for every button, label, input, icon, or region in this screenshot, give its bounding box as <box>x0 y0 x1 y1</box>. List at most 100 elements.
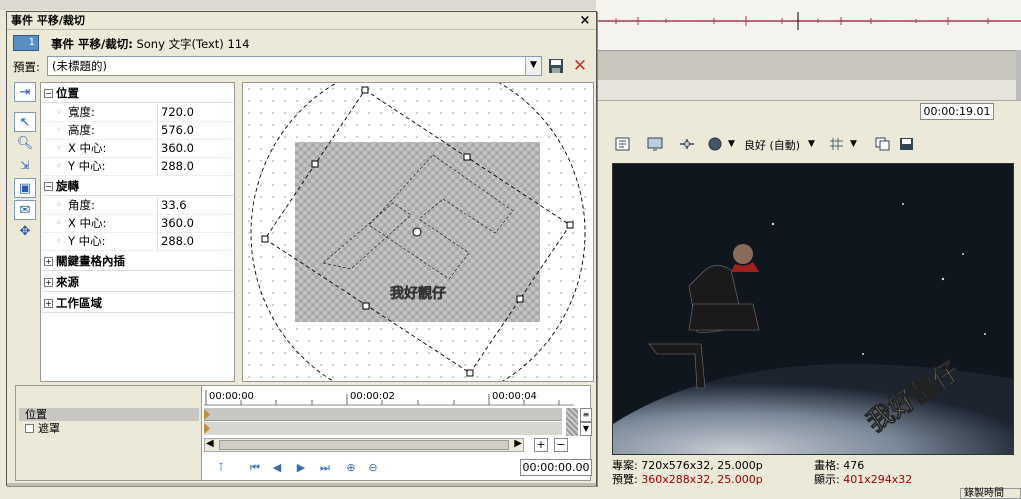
save-snapshot-icon[interactable] <box>898 136 916 152</box>
close-icon[interactable]: × <box>578 12 592 30</box>
corner-handle[interactable] <box>361 86 369 94</box>
preview-quality-select[interactable]: 良好 (自動) <box>744 137 800 153</box>
keyframe-marker-icon[interactable] <box>204 422 214 435</box>
corner-handle[interactable] <box>466 369 474 377</box>
ruler-label: 00:00:02 <box>350 391 395 402</box>
timeline-vscroll[interactable]: ≡ ▼ <box>564 408 592 436</box>
edge-handle[interactable] <box>463 153 471 161</box>
scroll-right-icon[interactable]: ▶ <box>514 438 522 449</box>
section-keyframe-interpolation[interactable]: + 關鍵畫格內插 <box>42 253 234 271</box>
cursor-time[interactable]: 00:00:00.00 <box>520 459 592 476</box>
event-icon: 1 <box>13 35 39 51</box>
collapse-icon[interactable]: − <box>44 182 53 191</box>
preview-value: 360x288x32, 25.000p <box>641 473 763 486</box>
timeline-hscroll[interactable]: ◀ ▶ <box>204 438 524 452</box>
menu-icon[interactable]: ≡ <box>580 408 592 422</box>
ruler-label: 00:00:04 <box>492 391 537 402</box>
preset-value: (未標題的) <box>52 59 107 73</box>
pan-crop-dialog: 事件 平移/裁切 × 1 事件 平移/裁切: Sony 文字(Text) 114… <box>6 11 597 486</box>
zoom-out-icon[interactable]: − <box>554 438 568 452</box>
normal-edit-tool-icon[interactable]: ↖ <box>14 112 36 132</box>
split-screen-icon[interactable] <box>678 136 696 152</box>
prev-keyframe-icon[interactable]: ◀ <box>270 461 284 475</box>
pan-crop-canvas[interactable]: 我好靚仔 <box>242 82 594 382</box>
chevron-down-icon[interactable]: ▼ <box>525 57 541 75</box>
track-scrollbar[interactable] <box>1016 50 1021 100</box>
chevron-down-icon[interactable]: ▼ <box>580 422 592 436</box>
lock-aspect-icon[interactable]: ▣ <box>14 178 36 198</box>
move-freely-icon[interactable]: ⇲ <box>14 156 36 176</box>
mask-label: 遮罩 <box>38 422 60 435</box>
ruler-label: 00:00:00 <box>209 391 254 402</box>
track-position[interactable]: 位置 <box>19 408 199 421</box>
prop-row[interactable]: 寬度:720.0 <box>42 104 234 122</box>
audio-waveform <box>596 12 1021 30</box>
expand-icon[interactable]: + <box>44 299 53 308</box>
expand-icon[interactable]: + <box>44 257 53 266</box>
position-keyframe-lane[interactable] <box>204 408 562 421</box>
save-preset-icon[interactable] <box>548 58 564 74</box>
prop-row[interactable]: X 中心:360.0 <box>42 215 234 233</box>
expand-icon[interactable]: + <box>44 278 53 287</box>
preview-properties-icon[interactable] <box>614 136 632 152</box>
preview-quality-icon[interactable] <box>706 136 724 152</box>
section-position[interactable]: − 位置 <box>42 85 234 103</box>
grid-overlay-icon[interactable] <box>828 136 846 152</box>
canvas-caption-text: 我好靚仔 <box>390 285 446 302</box>
properties-panel: −位置 寬度:720.0 高度:576.0 X 中心:360.0 Y 中心:28… <box>40 82 235 382</box>
preview-toolbar: ▼ 良好 (自動) ▼ ▼ <box>602 132 1021 158</box>
display-label: 顯示: <box>814 473 840 486</box>
prop-row[interactable]: Y 中心:288.0 <box>42 158 234 176</box>
preset-select[interactable]: (未標題的) ▼ <box>47 56 542 76</box>
keyframe-controls: ⊺ ⏮ ◀ ▶ ⏭ ⊕ ⊖ <box>204 458 504 478</box>
corner-handle[interactable] <box>261 235 269 243</box>
remove-keyframe-icon[interactable]: ⊖ <box>366 461 380 475</box>
copy-snapshot-icon[interactable] <box>874 136 892 152</box>
edge-handle[interactable] <box>362 302 370 310</box>
track-mask[interactable]: 遮罩 <box>19 422 199 435</box>
preview-label: 預覽: <box>612 473 638 486</box>
last-keyframe-icon[interactable]: ⏭ <box>318 461 332 475</box>
mask-checkbox[interactable] <box>25 424 34 433</box>
crop-overlay: 我好靚仔 <box>250 83 586 381</box>
section-source[interactable]: + 來源 <box>42 274 234 292</box>
track-labels: 位置 遮罩 <box>16 386 202 480</box>
next-keyframe-icon[interactable]: ▶ <box>294 461 308 475</box>
scroll-left-icon[interactable]: ◀ <box>206 438 214 449</box>
first-keyframe-icon[interactable]: ⏮ <box>248 461 262 475</box>
prop-row[interactable]: 角度:33.6 <box>42 197 234 215</box>
video-preview[interactable]: 我好靚仔 <box>612 163 1014 455</box>
scale-about-center-icon[interactable]: ✉ <box>14 200 36 220</box>
track-spacer <box>596 80 1021 100</box>
mask-keyframe-lane[interactable] <box>204 422 562 435</box>
move-xy-icon[interactable]: ✥ <box>14 222 36 242</box>
record-time-tab[interactable]: 錄製時間 <box>960 488 1021 499</box>
dialog-title: 事件 平移/裁切 <box>7 12 596 30</box>
prop-row[interactable]: Y 中心:288.0 <box>42 233 234 251</box>
collapse-icon[interactable]: − <box>44 89 53 98</box>
time-ruler[interactable]: 00:00:00 00:00:02 00:00:04 <box>204 386 574 406</box>
timecode-display[interactable]: 00:00:19.01 <box>920 103 994 120</box>
add-keyframe-icon[interactable]: ⊕ <box>344 461 358 475</box>
external-monitor-icon[interactable] <box>646 136 664 152</box>
center-handle[interactable] <box>412 227 422 237</box>
section-rotation[interactable]: − 旋轉 <box>42 178 234 196</box>
scroll-thumb[interactable] <box>219 440 509 450</box>
sync-cursor-icon[interactable]: ⇥ <box>14 82 36 102</box>
zoom-tool-icon[interactable]: 🔍︎ <box>14 134 36 154</box>
corner-handle[interactable] <box>566 221 574 229</box>
video-track[interactable] <box>596 50 1021 80</box>
section-workspace[interactable]: + 工作區域 <box>42 295 234 313</box>
dialog-bottom-edge <box>7 483 596 486</box>
delete-preset-icon[interactable]: ✕ <box>572 57 588 75</box>
prop-row[interactable]: X 中心:360.0 <box>42 140 234 158</box>
quality-chevron-down-icon[interactable]: ▼ <box>808 136 826 152</box>
keyframe-marker-icon[interactable] <box>204 408 214 421</box>
lock-envelopes-icon[interactable]: ⊺ <box>214 461 228 475</box>
zoom-in-icon[interactable]: + <box>534 438 548 452</box>
grid-chevron-down-icon[interactable]: ▼ <box>850 136 868 152</box>
edge-handle[interactable] <box>311 160 319 168</box>
edge-handle[interactable] <box>516 295 524 303</box>
tool-column: ⇥ ↖ 🔍︎ ⇲ ▣ ✉ ✥ <box>14 82 38 382</box>
prop-row[interactable]: 高度:576.0 <box>42 122 234 140</box>
